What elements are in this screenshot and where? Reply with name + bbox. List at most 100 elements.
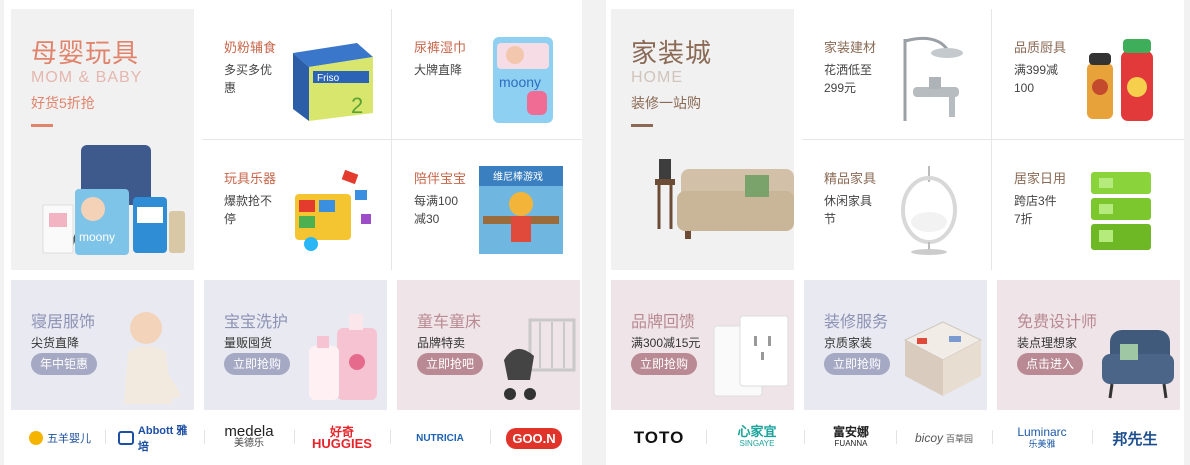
desc-line-2: 减30 [414, 212, 440, 226]
category-diapers[interactable]: 尿裤湿巾 大牌直降 moony [392, 9, 579, 139]
hero-divider [31, 124, 53, 127]
promo-subtitle: 满300减15元 [631, 336, 701, 350]
brand-bicoy[interactable]: bicoy 百草园 [906, 424, 982, 452]
promo-subtitle: 尖货直降 [31, 336, 80, 350]
wall-socket-icon [713, 315, 789, 397]
brand-goon[interactable]: GOO.N [504, 424, 564, 452]
category-desc: 休闲家具 节 [824, 192, 872, 228]
hero-subtitle-en: MOM & BABY [31, 69, 143, 86]
baby-wash-bottles-icon [309, 314, 377, 400]
promo-subtitle: 装点理想家 [1017, 336, 1078, 350]
promo-subtitle: 品牌特卖 [417, 336, 466, 350]
home-floor: 家装城 HOME 装修一站购 家装建材 花洒低至 299元 品质厨具 满399减… [606, 0, 1184, 465]
category-title: 玩具乐器 [224, 171, 277, 186]
promo-title: 品牌回馈 [631, 314, 696, 331]
category-title: 奶粉辅食 [224, 40, 277, 55]
picture-book-icon: 维尼棒游戏 [479, 166, 563, 254]
desc-line-2: 停 [224, 212, 237, 226]
category-daily-goods[interactable]: 居家日用 跨店3件 7折 [992, 140, 1179, 270]
brand-luminarc[interactable]: Luminarc 乐美雅 [1002, 424, 1082, 452]
book-title: 维尼棒游戏 [493, 170, 543, 183]
goon-logo: GOO.N [506, 427, 562, 449]
desc-line-1: 多买多优 [224, 63, 273, 77]
brand-nutricia[interactable]: NUTRICIA [400, 424, 480, 452]
toto-logo: TOTO [633, 428, 685, 447]
hanging-chair-icon [901, 166, 957, 255]
brand-fuanna[interactable]: 富安娜 FUANNA [816, 424, 886, 452]
category-title: 家装建材 [824, 40, 877, 55]
brand-name-en: FUANNA [834, 439, 868, 448]
stroller-products-icon: moony [42, 145, 185, 255]
promo-designer[interactable]: 免费设计师 装点理想家 点击进入 [997, 280, 1180, 410]
promo-subtitle: 京质家装 [824, 336, 873, 350]
brand-singaye[interactable]: 心家宜 SINGAYE [720, 424, 794, 452]
wuyang-logo [29, 431, 43, 445]
category-milk-powder[interactable]: 奶粉辅食 多买多优 惠 Friso 2 [202, 9, 389, 139]
promo-brand-rewards[interactable]: 品牌回馈 满300减15元 立即抢购 [611, 280, 794, 410]
promo-stroller[interactable]: 童车童床 品牌特卖 立即抢吧 [397, 280, 580, 410]
desc-line-1: 花洒低至 [824, 63, 873, 77]
promo-title: 寝居服饰 [31, 314, 96, 331]
abbott-logo [118, 431, 134, 445]
promo-baby-care[interactable]: 宝宝洗护 量贩囤货 立即抢购 [204, 280, 387, 410]
category-desc: 花洒低至 299元 [824, 61, 872, 97]
category-toys[interactable]: 玩具乐器 爆款抢不 停 [202, 140, 389, 270]
promo-renovation[interactable]: 装修服务 京质家装 立即抢购 [804, 280, 987, 410]
hero-subtitle-en: HOME [631, 69, 683, 86]
promo-button[interactable]: 立即抢购 [824, 353, 891, 375]
category-desc: 爆款抢不 停 [224, 192, 272, 228]
svg-text:Friso: Friso [317, 73, 340, 84]
brand-bangxiansheng[interactable]: 邦先生 [1102, 424, 1168, 452]
desc-line-2: 惠 [224, 81, 237, 95]
armchair-icon [1102, 330, 1174, 399]
brand-abbott[interactable]: Abbott 雅培 [118, 424, 198, 453]
thermos-icon [1087, 39, 1153, 121]
storage-rack-icon [1091, 172, 1151, 250]
category-furniture[interactable]: 精品家具 休闲家具 节 [802, 140, 989, 270]
svg-text:2: 2 [351, 93, 363, 118]
category-desc: 满399减 100 [1014, 61, 1058, 97]
promo-button[interactable]: 年中钜惠 [31, 353, 98, 375]
promo-button[interactable]: 立即抢购 [631, 353, 698, 375]
category-kitchenware[interactable]: 品质厨具 满399减 100 [992, 9, 1179, 139]
category-title: 品质厨具 [1014, 40, 1067, 55]
category-desc: 大牌直降 [414, 61, 462, 79]
promo-button[interactable]: 立即抢吧 [417, 353, 484, 375]
bangxiansheng-logo: 邦先生 [1112, 430, 1158, 448]
category-title: 居家日用 [1014, 171, 1067, 186]
promo-title: 免费设计师 [1017, 314, 1098, 331]
mom-baby-floor: 母婴玩具 MOM & BABY 好货5折抢 moony 奶粉辅食 多买多优 惠 [4, 0, 582, 465]
hero-title: 母婴玩具 [31, 39, 140, 69]
baby-clothes-icon [124, 312, 182, 404]
brand-name-cn: 美德乐 [234, 438, 264, 449]
fuanna-logo: 富安娜 [832, 425, 869, 439]
bicoy-logo: bicoy [914, 431, 943, 445]
mom-baby-hero[interactable]: 母婴玩具 MOM & BABY 好货5折抢 moony [11, 9, 194, 270]
brand-wuyang[interactable]: 五羊婴儿 [24, 424, 96, 452]
promo-subtitle: 量贩囤货 [224, 336, 273, 350]
category-building-materials[interactable]: 家装建材 花洒低至 299元 [802, 9, 989, 139]
promo-title: 宝宝洗护 [224, 314, 289, 331]
category-title: 尿裤湿巾 [414, 40, 467, 55]
medela-logo: medela [224, 423, 274, 440]
desc-line-1: 爆款抢不 [224, 194, 273, 208]
brand-toto[interactable]: TOTO [626, 424, 692, 452]
promo-button[interactable]: 立即抢购 [224, 353, 291, 375]
hero-tagline: 装修一站购 [631, 95, 701, 111]
category-picture-books[interactable]: 陪伴宝宝 每满100 减30 维尼棒游戏 [392, 140, 579, 270]
promo-button[interactable]: 点击进入 [1017, 353, 1084, 375]
desc-line-1: 每满100 [414, 194, 459, 208]
brand-name-en: HUGGIES [312, 436, 372, 451]
promo-title: 装修服务 [824, 314, 889, 331]
hero-divider [631, 124, 653, 127]
desc-line-2: 299元 [824, 81, 857, 95]
desc-line-1: 跨店3件 [1014, 194, 1057, 208]
desc-line-1: 大牌直降 [414, 63, 463, 77]
brand-name-cn: 乐美雅 [1028, 439, 1056, 449]
brand-medela[interactable]: medela 美德乐 [212, 424, 286, 452]
milk-powder-can-icon: Friso 2 [293, 43, 373, 121]
brand-huggies[interactable]: 好奇 HUGGIES [304, 424, 380, 452]
home-hero[interactable]: 家装城 HOME 装修一站购 [611, 9, 794, 270]
promo-bedding[interactable]: 寝居服饰 尖货直降 年中钜惠 [11, 280, 194, 410]
floor-plan-icon [903, 321, 983, 396]
